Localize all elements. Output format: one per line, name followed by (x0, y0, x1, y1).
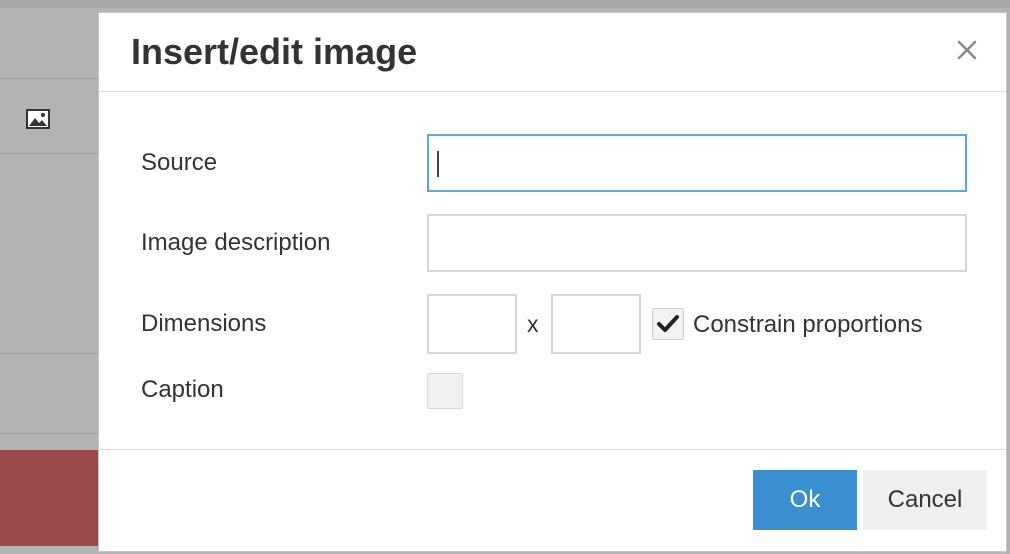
dialog-footer: Ok Cancel (99, 449, 1006, 551)
dialog-title: Insert/edit image (131, 31, 418, 72)
ok-button[interactable]: Ok (753, 470, 857, 530)
constrain-proportions-checkbox[interactable] (652, 308, 684, 340)
width-input[interactable] (427, 294, 517, 354)
background-red-panel (0, 450, 98, 546)
source-label: Source (141, 149, 218, 176)
image-description-label: Image description (141, 229, 331, 256)
text-caret (437, 151, 439, 177)
checkmark-icon (657, 315, 679, 332)
image-icon[interactable] (26, 109, 50, 129)
divider (0, 78, 98, 79)
source-input[interactable] (427, 134, 967, 192)
dimensions-label: Dimensions (141, 310, 267, 337)
insert-image-dialog: Insert/edit image Source Image descripti… (98, 12, 1007, 552)
dimensions-separator: x (527, 311, 539, 337)
divider (0, 433, 98, 434)
divider (0, 353, 98, 354)
close-icon[interactable] (954, 37, 980, 63)
constrain-proportions-label: Constrain proportions (693, 311, 923, 338)
caption-label: Caption (141, 376, 224, 403)
background-top-band (0, 0, 1010, 8)
dialog-header: Insert/edit image (99, 13, 1006, 92)
height-input[interactable] (551, 294, 641, 354)
cancel-button[interactable]: Cancel (863, 470, 987, 530)
caption-checkbox[interactable] (427, 373, 463, 409)
image-description-input[interactable] (427, 214, 967, 272)
divider (0, 153, 98, 154)
